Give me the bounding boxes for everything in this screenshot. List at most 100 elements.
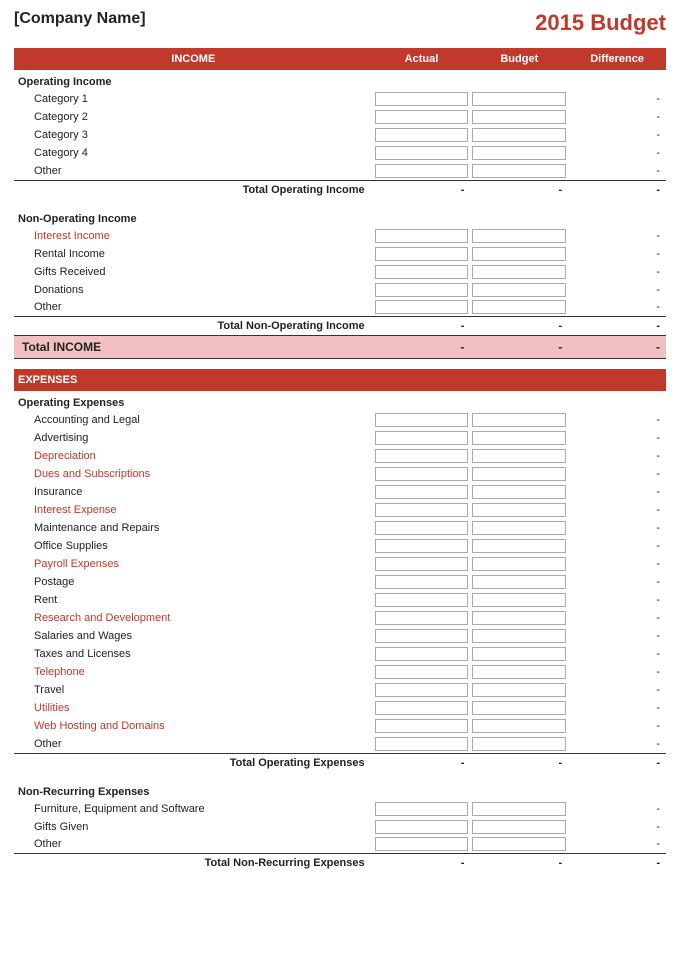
interest-expense-budget[interactable] [470,501,568,519]
maintenance-repairs-actual[interactable] [373,519,471,537]
rental-income-actual[interactable] [373,245,471,263]
income-other: Other - [14,162,666,180]
cat4-actual-input[interactable] [373,144,471,162]
gifts-given-budget[interactable] [470,818,568,836]
gifts-received-actual[interactable] [373,263,471,281]
rent-actual[interactable] [373,591,471,609]
nr-other-actual[interactable] [373,836,471,854]
gifts-given-row: Gifts Given - [14,818,666,836]
research-development-actual[interactable] [373,609,471,627]
header: [Company Name] 2015 Budget [14,10,666,36]
cat2-diff: - [568,108,666,126]
interest-income-label: Interest Income [14,227,373,245]
donations-label: Donations [14,281,373,299]
total-op-expenses-budget: - [470,753,568,772]
taxes-licenses-budget[interactable] [470,645,568,663]
cat3-budget-input[interactable] [470,126,568,144]
travel-budget[interactable] [470,681,568,699]
cat2-actual-input[interactable] [373,108,471,126]
furniture-budget[interactable] [470,800,568,818]
operating-expenses-label: Operating Expenses [14,391,666,411]
salaries-wages-actual[interactable] [373,627,471,645]
expenses-header-row: EXPENSES [14,369,666,391]
payroll-expenses-actual[interactable] [373,555,471,573]
total-op-expenses-diff: - [568,753,666,772]
depreciation-budget[interactable] [470,447,568,465]
web-hosting-budget[interactable] [470,717,568,735]
income-other-actual-input[interactable] [373,162,471,180]
interest-income-budget[interactable] [470,227,568,245]
maintenance-repairs-budget[interactable] [470,519,568,537]
insurance-label: Insurance [14,483,373,501]
total-non-op-income-actual: - [373,317,471,336]
gifts-received-diff: - [568,263,666,281]
advertising-budget[interactable] [470,429,568,447]
non-recurring-expenses-header: Non-Recurring Expenses [14,780,666,800]
depreciation-label: Depreciation [14,447,373,465]
utilities-budget[interactable] [470,699,568,717]
gifts-given-actual[interactable] [373,818,471,836]
research-development-budget[interactable] [470,609,568,627]
cat2-label: Category 2 [14,108,373,126]
depreciation-actual[interactable] [373,447,471,465]
non-operating-income-label: Non-Operating Income [14,207,666,227]
op-other-actual[interactable] [373,735,471,753]
income-diff-header: Difference [568,48,666,70]
travel-row: Travel - [14,681,666,699]
op-other-label: Other [14,735,373,753]
interest-expense-actual[interactable] [373,501,471,519]
op-other-budget[interactable] [470,735,568,753]
operating-expenses-header: Operating Expenses [14,391,666,411]
income-other-diff: - [568,162,666,180]
taxes-licenses-actual[interactable] [373,645,471,663]
income-category-4: Category 4 - [14,144,666,162]
utilities-actual[interactable] [373,699,471,717]
accounting-legal-actual[interactable] [373,411,471,429]
furniture-actual[interactable] [373,800,471,818]
salaries-wages-budget[interactable] [470,627,568,645]
interest-income-actual[interactable] [373,227,471,245]
web-hosting-label: Web Hosting and Domains [14,717,373,735]
furniture-row: Furniture, Equipment and Software - [14,800,666,818]
donations-actual[interactable] [373,281,471,299]
accounting-legal-budget[interactable] [470,411,568,429]
total-operating-income-row: Total Operating Income - - - [14,180,666,199]
cat1-budget-input[interactable] [470,90,568,108]
cat4-budget-input[interactable] [470,144,568,162]
web-hosting-actual[interactable] [373,717,471,735]
gifts-received-budget[interactable] [470,263,568,281]
non-recurring-expenses-label: Non-Recurring Expenses [14,780,666,800]
total-operating-income-label: Total Operating Income [14,180,373,199]
total-op-expenses-label: Total Operating Expenses [14,753,373,772]
travel-actual[interactable] [373,681,471,699]
rental-income-label: Rental Income [14,245,373,263]
donations-budget[interactable] [470,281,568,299]
office-supplies-actual[interactable] [373,537,471,555]
nr-other-diff: - [568,836,666,854]
rent-budget[interactable] [470,591,568,609]
non-op-other-budget[interactable] [470,299,568,317]
income-other-budget-input[interactable] [470,162,568,180]
payroll-expenses-budget[interactable] [470,555,568,573]
office-supplies-budget[interactable] [470,537,568,555]
advertising-actual[interactable] [373,429,471,447]
utilities-label: Utilities [14,699,373,717]
non-op-other-actual[interactable] [373,299,471,317]
insurance-budget[interactable] [470,483,568,501]
interest-expense-row: Interest Expense - [14,501,666,519]
dues-subscriptions-budget[interactable] [470,465,568,483]
dues-subscriptions-actual[interactable] [373,465,471,483]
postage-budget[interactable] [470,573,568,591]
nr-other-budget[interactable] [470,836,568,854]
insurance-actual[interactable] [373,483,471,501]
telephone-budget[interactable] [470,663,568,681]
cat2-budget-input[interactable] [470,108,568,126]
telephone-actual[interactable] [373,663,471,681]
rental-income-budget[interactable] [470,245,568,263]
spacer1 [14,199,666,207]
gifts-received-label: Gifts Received [14,263,373,281]
postage-actual[interactable] [373,573,471,591]
cat1-actual-input[interactable] [373,90,471,108]
gap [14,359,666,369]
cat3-actual-input[interactable] [373,126,471,144]
